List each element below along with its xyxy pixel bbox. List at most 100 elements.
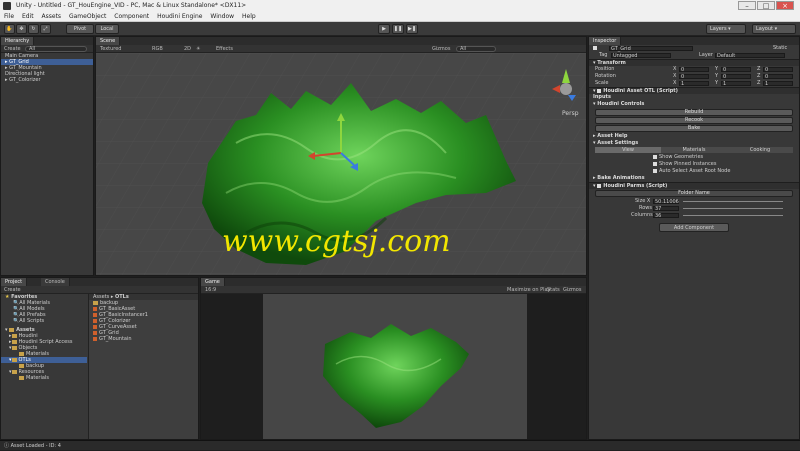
columns-field[interactable]: 36 (653, 213, 679, 219)
shading-mode-dropdown[interactable]: Textured (100, 45, 121, 53)
status-bar: ⓘ Asset Loaded - ID: 4 (0, 440, 800, 450)
houdini-otl-header[interactable]: ▾ Houdini Asset OTL (Script) (589, 87, 799, 94)
hierarchy-item[interactable]: ▸ GT_Colorizer (1, 77, 93, 83)
maximize-on-play-toggle[interactable]: Maximize on Play (507, 286, 551, 294)
layer-label: Layer (699, 52, 713, 58)
maximize-button[interactable]: □ (757, 1, 775, 10)
auto-select-root-checkbox[interactable]: Auto Select Asset Root Node (589, 168, 799, 175)
rotation-z-field[interactable]: 0 (763, 74, 793, 80)
tab-hierarchy[interactable]: Hierarchy (1, 37, 35, 45)
effects-dropdown[interactable]: Effects (216, 45, 233, 53)
scene-viewport[interactable]: Persp www.cgtsj.com (96, 53, 587, 275)
2d-toggle[interactable]: 2D (184, 45, 191, 53)
watermark-text: www.cgtsj.com (222, 224, 451, 259)
tab-cooking[interactable]: Cooking (727, 147, 793, 153)
rotation-y-field[interactable]: 0 (721, 74, 751, 80)
scale-y-field[interactable]: 1 (721, 81, 751, 87)
add-component-button[interactable]: Add Component (659, 223, 729, 232)
layers-dropdown[interactable]: Layers ▾ (706, 24, 746, 34)
inputs-foldout[interactable]: Inputs (589, 94, 799, 101)
rotate-tool-icon[interactable]: ↻ (28, 24, 39, 34)
tab-view[interactable]: View (595, 147, 661, 153)
move-tool-icon[interactable]: ✥ (16, 24, 27, 34)
minimize-button[interactable]: – (738, 1, 756, 10)
file-item[interactable]: GT_Mountain (89, 336, 198, 342)
tag-dropdown[interactable]: Untagged (611, 53, 671, 59)
layer-dropdown[interactable]: Default (715, 53, 785, 59)
project-create-button[interactable]: Create (4, 287, 21, 293)
rows-slider[interactable] (683, 208, 783, 209)
info-icon: ⓘ (4, 443, 10, 449)
houdini-parms-header[interactable]: ▾ Houdini Parms (Script) (589, 182, 799, 189)
stats-toggle[interactable]: Stats (547, 286, 560, 294)
favorite-item[interactable]: 🔍All Scripts (1, 318, 87, 324)
step-icon[interactable]: ▶❚ (406, 24, 418, 34)
hand-tool-icon[interactable]: ✋ (4, 24, 15, 34)
rows-row: Rows 37 (589, 205, 799, 212)
hierarchy-search-input[interactable]: All (25, 46, 87, 52)
transform-header[interactable]: ▾ Transform (589, 59, 799, 66)
size-field[interactable]: 50.11006 (653, 199, 679, 205)
columns-slider[interactable] (683, 215, 783, 216)
rebuild-button[interactable]: Rebuild (595, 109, 793, 116)
aspect-dropdown[interactable]: 16:9 (205, 286, 216, 294)
lighting-icon[interactable]: ☀ (196, 45, 200, 53)
menu-edit[interactable]: Edit (22, 13, 34, 20)
folder-name-button[interactable]: Folder Name (595, 190, 793, 197)
rgb-dropdown[interactable]: RGB (152, 45, 163, 53)
menu-bar: File Edit Assets GameObject Component Ho… (0, 12, 800, 22)
scale-x-field[interactable]: 1 (679, 81, 709, 87)
size-row: Size X 50.11006 (589, 198, 799, 205)
status-text: Asset Loaded - ID: 4 (10, 443, 61, 449)
close-button[interactable]: × (776, 1, 794, 10)
show-geometries-checkbox[interactable]: Show Geometries (589, 154, 799, 161)
tab-game[interactable]: Game (201, 278, 225, 286)
tag-label: Tag (599, 52, 608, 58)
pause-icon[interactable]: ❚❚ (392, 24, 404, 34)
show-pinned-instances-checkbox[interactable]: Show Pinned Instances (589, 161, 799, 168)
bake-button[interactable]: Bake (595, 125, 793, 132)
asset-settings-foldout[interactable]: ▾ Asset Settings (589, 140, 799, 147)
tab-materials[interactable]: Materials (661, 147, 727, 153)
scene-search-input[interactable]: All (456, 46, 496, 52)
tab-project[interactable]: Project (1, 278, 28, 286)
position-row: Position X0 Y0 Z0 (589, 66, 799, 73)
scale-tool-icon[interactable]: ⤢ (40, 24, 51, 34)
gizmos-dropdown[interactable]: Gizmos (432, 45, 450, 53)
active-checkbox[interactable] (593, 45, 597, 50)
hierarchy-create-button[interactable]: Create (4, 46, 21, 52)
menu-houdini-engine[interactable]: Houdini Engine (157, 13, 202, 20)
game-panel: Game 16:9 Maximize on Play Stats Gizmos (200, 277, 587, 440)
menu-help[interactable]: Help (242, 13, 256, 20)
size-slider[interactable] (683, 201, 783, 202)
static-toggle[interactable]: Static (773, 45, 787, 52)
pivot-toggle[interactable]: Pivot (66, 24, 94, 34)
folder-item[interactable]: Materials (1, 375, 87, 381)
window-title-bar: Unity - Untitled - GT_HouEngine_VID - PC… (0, 0, 800, 12)
game-gizmos-dropdown[interactable]: Gizmos (563, 286, 581, 294)
layout-dropdown[interactable]: Layout ▾ (752, 24, 796, 34)
play-icon[interactable]: ▶ (378, 24, 390, 34)
local-toggle[interactable]: Local (95, 24, 119, 34)
unity-logo-icon (3, 2, 11, 10)
bake-animations-foldout[interactable]: ▸ Bake Animations (589, 175, 799, 182)
recook-button[interactable]: Recook (595, 117, 793, 124)
menu-window[interactable]: Window (210, 13, 234, 20)
position-x-field[interactable]: 0 (679, 67, 709, 73)
game-viewport[interactable] (201, 294, 587, 440)
menu-gameobject[interactable]: GameObject (69, 13, 106, 20)
rows-field[interactable]: 37 (653, 206, 679, 212)
menu-assets[interactable]: Assets (42, 13, 62, 20)
rotation-x-field[interactable]: 0 (679, 74, 709, 80)
menu-component[interactable]: Component (114, 13, 149, 20)
tab-scene[interactable]: Scene (96, 37, 121, 45)
tab-inspector[interactable]: Inspector (589, 37, 622, 45)
object-name-field[interactable]: GT_Grid (609, 46, 693, 52)
asset-help-foldout[interactable]: ▸ Asset Help (589, 133, 799, 140)
scale-z-field[interactable]: 1 (763, 81, 793, 87)
tab-console[interactable]: Console (41, 278, 70, 286)
menu-file[interactable]: File (4, 13, 14, 20)
position-z-field[interactable]: 0 (763, 67, 793, 73)
position-y-field[interactable]: 0 (721, 67, 751, 73)
houdini-controls-foldout[interactable]: ▾ Houdini Controls (589, 101, 799, 108)
